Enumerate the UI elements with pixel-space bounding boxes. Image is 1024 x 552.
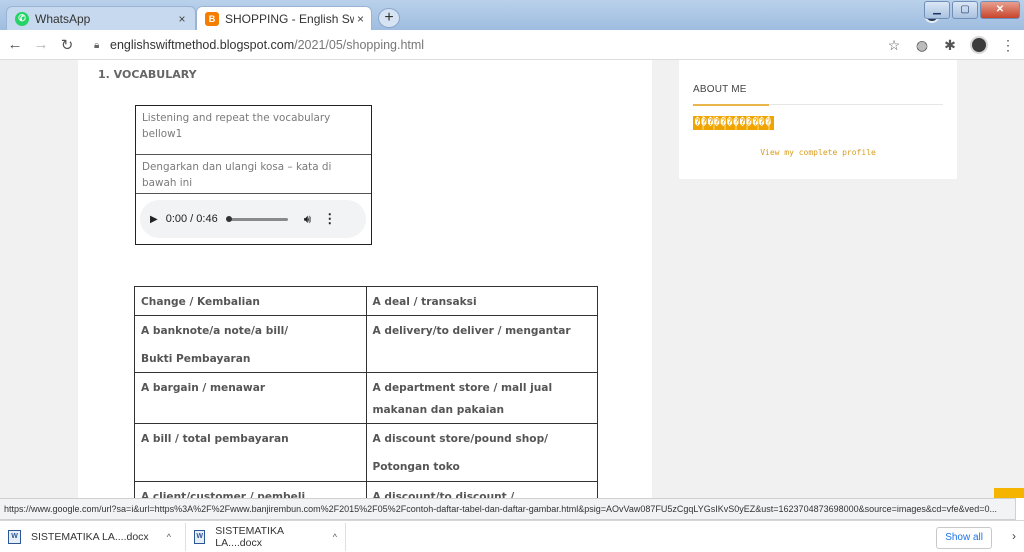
tab-whatsapp[interactable]: ✆ WhatsApp × [6,6,196,30]
chevron-up-icon[interactable]: ^ [333,532,337,542]
url-host: englishswiftmethod.blogspot.com [110,37,295,52]
chevron-up-icon[interactable]: ^ [167,532,171,542]
table-cell: A department store / mall jual makanan d… [365,372,598,424]
table-cell: A discount store/pound shop/ Potongan to… [365,423,598,482]
tab-title: WhatsApp [35,11,91,26]
audio-seek-slider[interactable] [225,215,288,222]
maximize-icon[interactable]: ▢ [952,1,978,19]
close-downloads-icon[interactable]: › [1012,529,1016,543]
reload-icon[interactable]: ↻ [56,36,78,54]
seek-knob[interactable] [225,215,232,222]
forward-arrow-icon[interactable]: → [30,36,52,53]
status-bar-url: https://www.google.com/url?sa=i&url=http… [0,498,1016,520]
table-cell: A discount/to discount / [365,481,598,498]
extensions-puzzle-icon[interactable]: ✱ [942,37,958,54]
globe-extension-icon[interactable]: ◍ [914,37,930,54]
blogger-icon: B [205,11,219,26]
download-item[interactable]: W SISTEMATIKA LA....docx ^ [186,522,346,551]
back-arrow-icon[interactable]: ← [4,36,26,53]
table-cell: A bill / total pembayaran [134,423,367,482]
table-cell: A deal / transaksi [365,286,598,316]
toolbar-actions: ☆ ◍ ✱ ⋮ [886,30,1024,60]
table-cell: A bargain / menawar [134,372,367,424]
scroll-top-button[interactable] [994,488,1024,498]
close-window-icon[interactable]: ✕ [980,1,1020,19]
audio-time: 0:00 / 0:46 [165,213,218,225]
audio-instruction-id: Dengarkan dan ulangi kosa – kata di bawa… [136,155,371,194]
window-controls: ▁ ▢ ✕ [924,1,1020,19]
table-cell: Change / Kembalian [134,286,367,316]
table-cell: A client/customer / pembeli [134,481,367,498]
download-item[interactable]: W SISTEMATIKA LA....docx ^ [0,522,186,551]
show-all-button[interactable]: Show all [936,527,992,549]
downloads-bar: W SISTEMATIKA LA....docx ^ W SISTEMATIKA… [0,520,1024,552]
table-cell: A banknote/a note/a bill/ Bukti Pembayar… [134,315,367,373]
audio-box: Listening and repeat the vocabulary bell… [135,105,372,245]
tab-close-icon[interactable]: × [354,12,367,26]
new-tab-button[interactable]: + [378,8,400,28]
view-profile-link[interactable]: View my complete profile [679,148,957,157]
play-icon[interactable]: ▶ [150,214,158,225]
menu-kebab-icon[interactable]: ⋮ [1000,37,1016,54]
table-row: A bill / total pembayaran A discount sto… [134,423,598,482]
profile-name-link[interactable]: ������������ [693,116,775,130]
volume-icon[interactable]: 🔊︎ [304,212,312,227]
tab-title: SHOPPING - English Swift Metho [225,11,355,26]
url-path: /2021/05/shopping.html [294,37,425,52]
download-filename: SISTEMATIKA LA....docx [215,524,284,549]
divider-accent [693,104,769,106]
table-cell: A delivery/to deliver / mengantar [365,315,598,373]
blog-post: 1. VOCABULARY Listening and repeat the v… [78,60,652,498]
word-doc-icon: W [8,529,21,544]
table-row: Change / Kembalian A deal / transaksi [134,286,598,316]
tab-close-icon[interactable]: × [173,12,191,26]
table-row: A client/customer / pembeli A discount/t… [134,481,598,498]
address-bar[interactable]: englishswiftmethod.blogspot.com/2021/05/… [110,38,424,52]
cell-line: A discount store/pound shop/ [372,433,549,445]
table-row: A bargain / menawar A department store /… [134,372,598,424]
vocabulary-table: Change / Kembalian A deal / transaksi A … [134,286,598,498]
page-viewport[interactable]: 1. VOCABULARY Listening and repeat the v… [0,60,1024,498]
lock-icon[interactable]: 🔒︎ [94,40,104,51]
about-me-widget: ABOUT ME ������������ View my complete p… [679,60,957,179]
more-options-icon[interactable]: ⋮ [323,211,336,227]
download-filename: SISTEMATIKA LA....docx [31,530,149,543]
audio-player: ▶ 0:00 / 0:46 🔊︎ ⋮ [140,200,366,238]
bookmark-star-icon[interactable]: ☆ [886,37,902,54]
about-title: ABOUT ME [693,84,747,95]
table-row: A banknote/a note/a bill/ Bukti Pembayar… [134,315,598,373]
word-doc-icon: W [194,529,206,544]
audio-instruction-en: Listening and repeat the vocabulary bell… [136,106,371,155]
tab-strip: ✆ WhatsApp × B SHOPPING - English Swift … [0,0,1024,30]
account-avatar[interactable] [970,36,988,54]
cell-line: Potongan toko [372,461,460,473]
cell-line: A banknote/a note/a bill/ [141,325,289,337]
minimize-icon[interactable]: ▁ [924,1,950,19]
section-heading: 1. VOCABULARY [98,68,197,81]
tab-shopping[interactable]: B SHOPPING - English Swift Metho × [196,6,372,30]
cell-line: Bukti Pembayaran [141,353,251,365]
whatsapp-icon: ✆ [15,11,29,26]
browser-toolbar: ← → ↻ 🔒︎ englishswiftmethod.blogspot.com… [0,30,1024,60]
